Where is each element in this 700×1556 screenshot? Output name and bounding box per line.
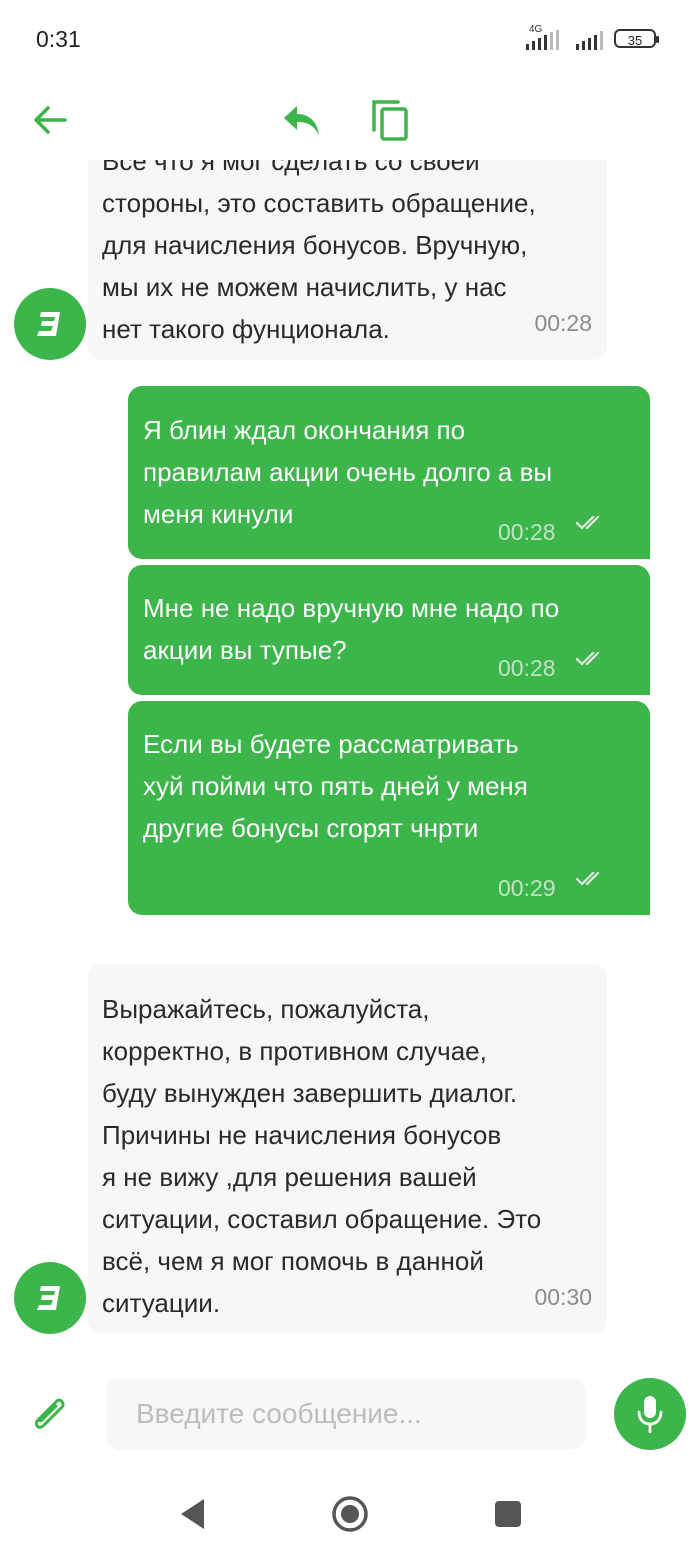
system-navigation-bar xyxy=(0,1470,700,1556)
message-outgoing[interactable]: Я блин ждал окончания по правилам акции … xyxy=(128,386,650,559)
back-button[interactable] xyxy=(20,90,80,150)
message-time: 00:28 xyxy=(498,655,556,681)
message-text: Все что я мог сделать со своей стороны, … xyxy=(102,160,536,344)
microphone-icon xyxy=(637,1396,663,1433)
copy-button[interactable] xyxy=(360,90,420,150)
triangle-back-icon xyxy=(181,1499,204,1529)
attach-button[interactable] xyxy=(28,1394,72,1439)
message-time: 00:28 xyxy=(498,519,556,545)
toolbar xyxy=(0,80,700,160)
message-outgoing[interactable]: Мне не надо вручную мне надо по акции вы… xyxy=(128,565,650,695)
brand-logo-icon xyxy=(37,312,60,336)
nav-home-button[interactable] xyxy=(328,1492,372,1536)
reply-button[interactable] xyxy=(272,90,332,150)
message-input[interactable] xyxy=(106,1378,586,1450)
arrow-left-icon xyxy=(34,106,67,134)
support-avatar xyxy=(14,1262,86,1334)
square-recents-icon xyxy=(495,1501,521,1527)
message-text: Если вы будете рассматривать хуй пойми ч… xyxy=(143,729,528,843)
message-time: 00:29 xyxy=(498,875,556,901)
brand-logo-icon xyxy=(37,1286,60,1310)
message-time: 00:28 xyxy=(534,310,592,336)
message-outgoing[interactable]: Если вы будете рассматривать хуй пойми ч… xyxy=(128,701,650,915)
copy-icon xyxy=(372,100,408,141)
message-incoming[interactable]: Все что я мог сделать со своей стороны, … xyxy=(88,160,607,360)
message-text: Мне не надо вручную мне надо по акции вы… xyxy=(143,593,560,665)
reply-icon xyxy=(284,106,319,135)
support-avatar xyxy=(14,288,86,360)
message-composer xyxy=(0,1360,700,1470)
message-incoming[interactable]: Выражайтесь, пожалуйста, корректно, в пр… xyxy=(88,964,607,1334)
message-text: Я блин ждал окончания по правилам акции … xyxy=(143,415,553,529)
nav-back-button[interactable] xyxy=(170,1492,214,1536)
microphone-button[interactable] xyxy=(614,1378,686,1450)
battery-indicator: 35 xyxy=(614,29,659,48)
circle-home-icon xyxy=(332,1496,368,1532)
message-time: 00:30 xyxy=(534,1284,592,1310)
double-check-icon xyxy=(576,651,600,666)
paperclip-icon xyxy=(34,1398,65,1429)
chat-area[interactable]: Все что я мог сделать со своей стороны, … xyxy=(0,160,700,1360)
message-text: Выражайтесь, пожалуйста, корректно, в пр… xyxy=(102,994,542,1318)
signal-icon-2 xyxy=(576,31,603,50)
signal-icon xyxy=(526,30,559,50)
double-check-icon xyxy=(576,515,600,530)
double-check-icon xyxy=(576,871,600,886)
status-time: 0:31 xyxy=(36,26,81,52)
nav-recents-button[interactable] xyxy=(486,1492,530,1536)
status-bar: 0:31 4G 35 xyxy=(0,0,700,80)
